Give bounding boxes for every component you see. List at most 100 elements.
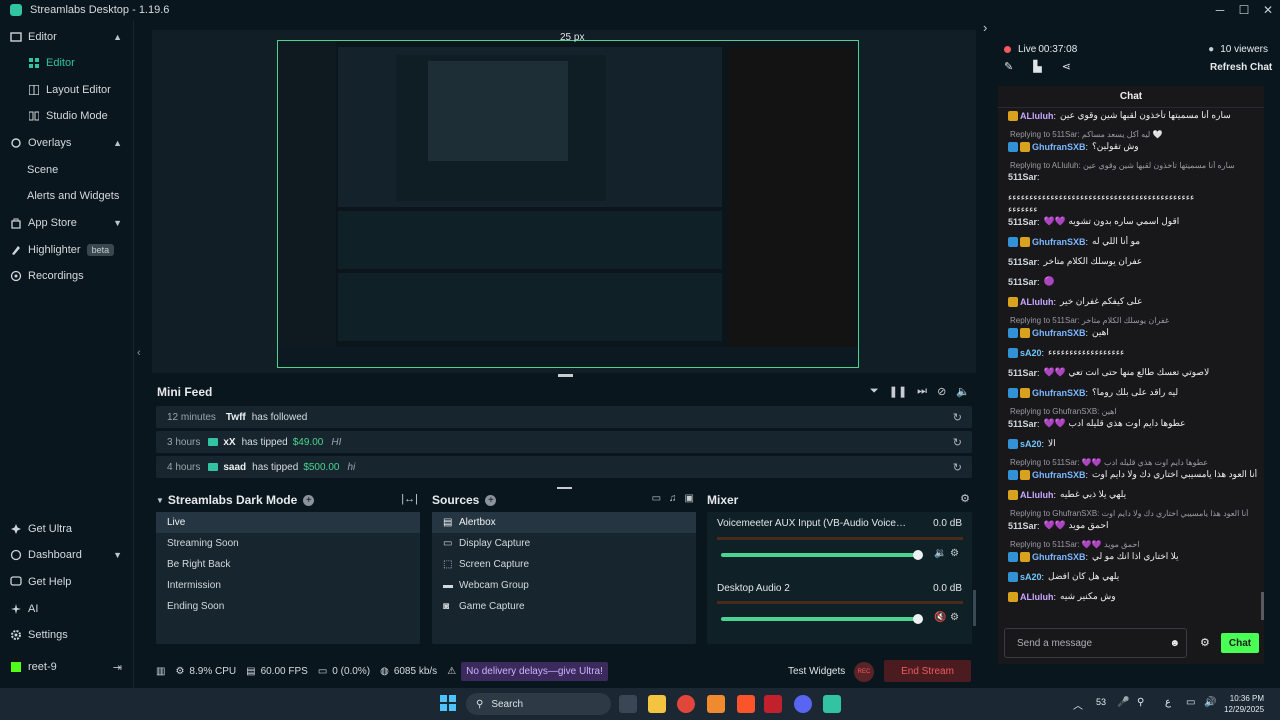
scene-collection-title[interactable]: Streamlabs Dark Mode xyxy=(168,493,297,507)
maximize-button[interactable]: ☐ xyxy=(1232,0,1256,20)
sidebar-item-settings[interactable]: Settings xyxy=(0,622,134,648)
close-button[interactable]: ✕ xyxy=(1256,0,1280,20)
filter-icon[interactable]: ⏷ xyxy=(870,385,879,398)
taskbar-search[interactable]: ⚲ Search xyxy=(466,693,611,715)
sidebar-item-account[interactable]: reet-9 ⇥ xyxy=(0,654,134,680)
file-explorer-icon[interactable] xyxy=(648,695,666,713)
chat-username[interactable]: 511Sar xyxy=(1008,172,1037,182)
collapse-right-icon[interactable]: › xyxy=(983,20,987,35)
chat-username[interactable]: ALluluh xyxy=(1020,592,1054,602)
source-item[interactable]: ▤ Alertbox xyxy=(432,512,696,533)
source-item[interactable]: ◙ Game Capture xyxy=(432,596,696,617)
chat-send-button[interactable]: Chat xyxy=(1221,633,1259,653)
scrollbar[interactable] xyxy=(1261,592,1264,620)
chat-username[interactable]: sA20 xyxy=(1020,348,1042,358)
chat-username[interactable]: 511Sar xyxy=(1008,368,1037,378)
volume-slider-handle[interactable] xyxy=(913,550,923,560)
add-scene-icon[interactable]: + xyxy=(303,494,315,506)
chat-username[interactable]: GhufranSXB xyxy=(1032,142,1086,152)
network-icon[interactable]: ▭ xyxy=(1186,697,1195,708)
sidebar-item-editor[interactable]: Editor xyxy=(0,50,134,76)
scene-item[interactable]: Ending Soon xyxy=(156,596,420,617)
folder-icon[interactable]: ▣ xyxy=(685,493,694,504)
chat-username[interactable]: sA20 xyxy=(1020,439,1042,449)
chrome-icon[interactable] xyxy=(677,695,695,713)
chat-username[interactable]: ALluluh xyxy=(1020,111,1054,121)
replay-icon[interactable]: ↻ xyxy=(953,411,962,424)
chat-username[interactable]: GhufranSXB xyxy=(1032,552,1086,562)
microphone-icon[interactable]: 🎤 xyxy=(1117,697,1129,708)
chevron-down-icon[interactable]: ▼ xyxy=(156,496,164,505)
sidebar-item-recordings[interactable]: Recordings xyxy=(0,263,134,289)
warning-icon[interactable]: ⚠ xyxy=(447,666,456,677)
mute-alerts-icon[interactable]: ⊘ xyxy=(937,385,946,398)
sidebar-item-alerts-widgets[interactable]: Alerts and Widgets xyxy=(0,183,134,209)
sidebar-item-layout-editor[interactable]: Layout Editor xyxy=(0,77,134,103)
test-widgets-button[interactable]: Test Widgets xyxy=(788,666,845,677)
chat-username[interactable]: GhufranSXB xyxy=(1032,388,1086,398)
source-item[interactable]: ⬚ Screen Capture xyxy=(432,554,696,575)
volume-slider[interactable] xyxy=(721,617,917,621)
source-item[interactable]: ▬ Webcam Group xyxy=(432,575,696,596)
scrollbar[interactable] xyxy=(973,590,976,626)
record-button[interactable]: REC xyxy=(854,662,874,682)
chat-username[interactable]: 511Sar xyxy=(1008,521,1037,531)
sidebar-item-highlighter[interactable]: Highlighter beta xyxy=(0,237,134,263)
transition-icon[interactable]: |↔| xyxy=(401,493,418,505)
sidebar-item-overlays[interactable]: Overlays ▲ xyxy=(0,130,134,156)
stream-info-icon[interactable]: ▙ xyxy=(1033,60,1041,73)
replay-icon[interactable]: ↻ xyxy=(953,461,962,474)
voicemeeter-icon[interactable] xyxy=(764,695,782,713)
chevron-up-icon[interactable]: ︿ xyxy=(1073,697,1083,712)
language-indicator[interactable]: ع xyxy=(1165,697,1171,708)
volume-icon[interactable]: 🔊 xyxy=(1204,697,1216,708)
emoji-icon[interactable]: ☻ xyxy=(1169,638,1180,649)
sidebar-item-app-store[interactable]: App Store ▼ xyxy=(0,210,134,236)
chat-username[interactable]: 511Sar xyxy=(1008,257,1037,267)
chat-username[interactable]: ALluluh xyxy=(1020,490,1054,500)
sidebar-item-get-help[interactable]: Get Help xyxy=(0,569,134,595)
discord-icon[interactable] xyxy=(794,695,812,713)
minimize-button[interactable]: ─ xyxy=(1208,0,1232,20)
ultra-promo-banner[interactable]: No delivery delays—give Ultra! xyxy=(461,661,608,681)
sidebar-item-editor-group[interactable]: Editor ▲ xyxy=(0,24,134,50)
scene-item[interactable]: Streaming Soon xyxy=(156,533,420,554)
scene-item[interactable]: Intermission xyxy=(156,575,420,596)
volume-slider[interactable] xyxy=(721,553,917,557)
gear-icon[interactable]: ⚙ xyxy=(950,612,959,623)
source-audio-icon[interactable]: ♫ xyxy=(669,493,677,504)
chat-username[interactable]: GhufranSXB xyxy=(1032,237,1086,247)
scene-item[interactable]: Live xyxy=(156,512,420,533)
task-view-icon[interactable] xyxy=(619,695,637,713)
chat-username[interactable]: GhufranSXB xyxy=(1032,470,1086,480)
chat-username[interactable]: ALluluh xyxy=(1020,297,1054,307)
display-capture-source[interactable] xyxy=(277,40,859,368)
clock[interactable]: 10:36 PM 12/29/2025 xyxy=(1224,693,1264,715)
source-display-icon[interactable]: ▭ xyxy=(652,493,661,504)
gear-icon[interactable]: ⚙ xyxy=(1200,636,1210,649)
volume-icon[interactable]: 🔈 xyxy=(956,385,970,398)
streamlabs-taskbar-icon[interactable] xyxy=(823,695,841,713)
volume-slider-handle[interactable] xyxy=(913,614,923,624)
stats-chart-icon[interactable]: ▥ xyxy=(156,666,165,677)
sidebar-item-get-ultra[interactable]: Get Ultra xyxy=(0,516,134,542)
share-icon[interactable]: ⋖ xyxy=(1062,60,1071,73)
resize-handle[interactable] xyxy=(557,487,572,489)
chat-username[interactable]: 511Sar xyxy=(1008,277,1037,287)
add-source-icon[interactable]: + xyxy=(485,494,497,506)
gear-icon[interactable]: ⚙ xyxy=(960,492,970,505)
chat-username[interactable]: 511Sar xyxy=(1008,419,1037,429)
replay-icon[interactable]: ↻ xyxy=(953,436,962,449)
chat-username[interactable]: GhufranSXB xyxy=(1032,328,1086,338)
chat-username[interactable]: sA20 xyxy=(1020,572,1042,582)
mute-icon[interactable]: 🔇 xyxy=(934,612,946,623)
end-stream-button[interactable]: End Stream xyxy=(884,660,971,682)
skip-icon[interactable]: ⏭ xyxy=(917,385,927,398)
scene-item[interactable]: Be Right Back xyxy=(156,554,420,575)
speaker-icon[interactable]: 🔉 xyxy=(934,548,946,559)
sidebar-item-scene[interactable]: Scene xyxy=(0,157,134,183)
windows-start-icon[interactable] xyxy=(440,695,456,711)
logout-icon[interactable]: ⇥ xyxy=(113,661,122,674)
gear-icon[interactable]: ⚙ xyxy=(950,548,959,559)
brave-icon[interactable] xyxy=(737,695,755,713)
